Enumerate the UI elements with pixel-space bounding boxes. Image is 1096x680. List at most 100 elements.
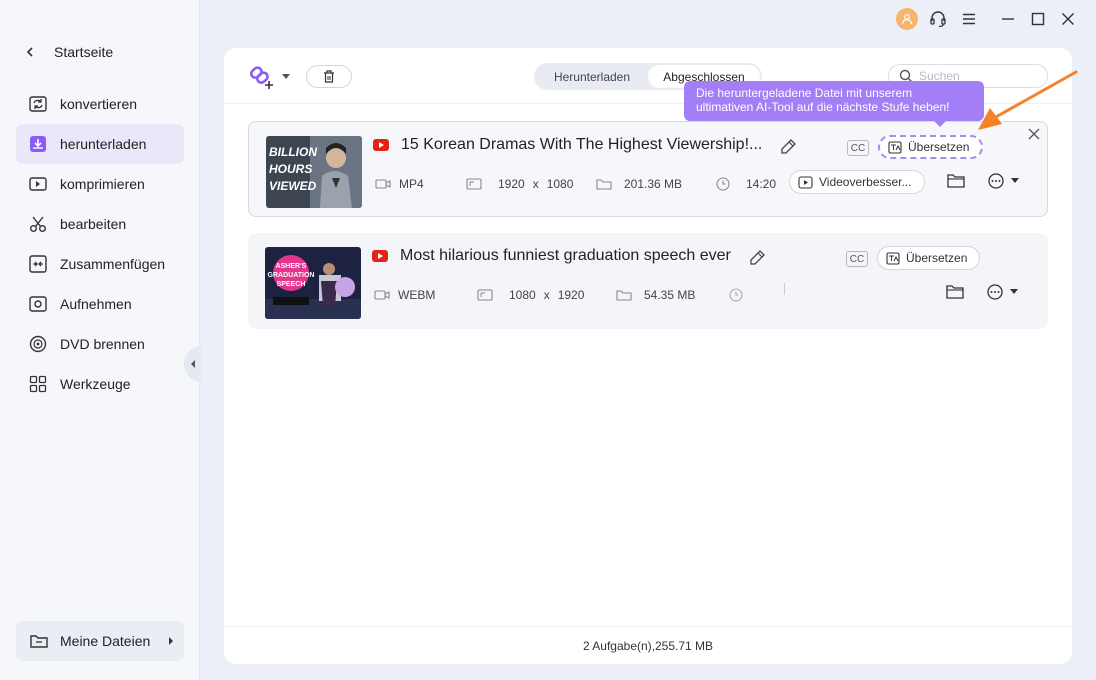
- video-enhance-icon: [798, 175, 813, 189]
- more-icon: [986, 284, 1004, 300]
- video-title: 15 Korean Dramas With The Highest Viewer…: [401, 136, 763, 153]
- user-icon: [901, 13, 913, 25]
- support-headset-button[interactable]: [928, 9, 948, 29]
- my-files-label: Meine Dateien: [60, 633, 151, 649]
- video-title: Most hilarious funniest graduation speec…: [400, 247, 731, 264]
- subtitle-cc-button[interactable]: CC: [846, 251, 868, 267]
- translate-button[interactable]: Übersetzen: [877, 246, 981, 270]
- sidebar-item-label: konvertieren: [60, 96, 138, 112]
- sidebar-item-label: Zusammenfügen: [60, 256, 166, 272]
- video-format-icon: [375, 178, 391, 190]
- more-options-button[interactable]: [987, 173, 1019, 189]
- my-files-button[interactable]: Meine Dateien: [16, 621, 184, 661]
- svg-text:SPEECH: SPEECH: [277, 281, 306, 288]
- sidebar-item-aufnehmen[interactable]: Aufnehmen: [16, 284, 184, 324]
- sidebar-nav: konvertieren herunterladen komprimieren …: [16, 84, 184, 404]
- sidebar-item-label: komprimieren: [60, 176, 145, 192]
- resolution-info: 1080 x 1920: [477, 288, 584, 302]
- merge-icon: [28, 254, 48, 274]
- duration-info: 14:20: [716, 177, 776, 191]
- toolbox-icon: [28, 374, 48, 394]
- sidebar: Startseite konvertieren herunterladen ko…: [0, 0, 200, 680]
- format-label: WEBM: [398, 288, 436, 302]
- resolution-height: 1080: [546, 177, 574, 191]
- youtube-icon: [373, 139, 389, 151]
- chevron-down-icon: [1010, 289, 1018, 295]
- sidebar-item-komprimieren[interactable]: komprimieren: [16, 164, 184, 204]
- download-item[interactable]: ASHER'S GRADUATION SPEECH Most hilarious…: [248, 233, 1048, 329]
- sidebar-item-dvd-brennen[interactable]: DVD brennen: [16, 324, 184, 364]
- clock-icon: [729, 288, 743, 302]
- filesize-info: 54.35 MB: [616, 288, 695, 302]
- video-enhance-label: Videoverbesser...: [819, 175, 912, 189]
- more-options-button[interactable]: [986, 284, 1018, 300]
- format-label: MP4: [399, 177, 424, 191]
- clock-icon: [716, 177, 730, 191]
- more-icon: [987, 173, 1005, 189]
- svg-text:ASHER'S: ASHER'S: [276, 263, 307, 270]
- main-panel: Herunterladen Abgeschlossen BILLION HOUR…: [224, 48, 1072, 664]
- sidebar-item-label: Werkzeuge: [60, 376, 131, 392]
- svg-text:HOURS: HOURS: [269, 162, 312, 176]
- chevron-down-icon[interactable]: [282, 74, 290, 80]
- close-icon: [1061, 12, 1075, 26]
- edit-title-icon[interactable]: [780, 138, 797, 155]
- add-url-button[interactable]: [248, 63, 290, 91]
- sidebar-item-zusammenfuegen[interactable]: Zusammenfügen: [16, 244, 184, 284]
- link-add-icon: [248, 63, 276, 91]
- download-item[interactable]: BILLION HOURS VIEWED 15 Korean Dramas Wi…: [248, 121, 1048, 217]
- headset-icon: [929, 10, 947, 28]
- minimize-button[interactable]: [998, 9, 1018, 29]
- subtitle-cc-button[interactable]: CC: [847, 140, 869, 156]
- ai-tool-tooltip: Die heruntergeladene Datei mit unserem u…: [684, 81, 984, 127]
- translate-button[interactable]: Übersetzen: [878, 135, 984, 159]
- filesize-label: 54.35 MB: [644, 288, 696, 302]
- filesize-label: 201.36 MB: [624, 177, 683, 191]
- open-folder-icon[interactable]: [946, 284, 964, 299]
- sidebar-item-label: bearbeiten: [60, 216, 127, 232]
- scissors-icon: [28, 214, 48, 234]
- format-info: MP4: [375, 177, 424, 191]
- resolution-icon: [477, 289, 493, 301]
- folder-icon: [30, 633, 48, 649]
- maximize-button[interactable]: [1028, 9, 1048, 29]
- translate-icon: [886, 251, 900, 265]
- compress-icon: [28, 174, 48, 194]
- sidebar-item-bearbeiten[interactable]: bearbeiten: [16, 204, 184, 244]
- video-format-icon: [374, 289, 390, 301]
- duration-label: 14:20: [746, 177, 777, 191]
- video-enhance-button[interactable]: Videoverbesser...: [789, 170, 925, 194]
- account-avatar[interactable]: [896, 8, 918, 30]
- svg-text:VIEWED: VIEWED: [269, 179, 317, 193]
- trash-icon: [323, 70, 335, 83]
- video-thumbnail[interactable]: ASHER'S GRADUATION SPEECH: [265, 247, 361, 319]
- delete-button[interactable]: [306, 65, 352, 88]
- filesize-info: 201.36 MB: [596, 177, 682, 191]
- menu-button[interactable]: [959, 9, 979, 29]
- sidebar-item-herunterladen[interactable]: herunterladen: [16, 124, 184, 164]
- convert-icon: [28, 94, 48, 114]
- chevron-right-icon: [168, 636, 174, 646]
- download-icon: [28, 134, 48, 154]
- edit-title-icon[interactable]: [749, 249, 766, 266]
- video-thumbnail[interactable]: BILLION HOURS VIEWED: [266, 136, 362, 208]
- open-folder-icon[interactable]: [947, 173, 965, 188]
- translate-label: Übersetzen: [906, 251, 968, 265]
- close-window-button[interactable]: [1058, 9, 1078, 29]
- sidebar-item-werkzeuge[interactable]: Werkzeuge: [16, 364, 184, 404]
- svg-text:GRADUATION: GRADUATION: [268, 272, 315, 279]
- resolution-icon: [466, 178, 482, 190]
- resolution-separator: x: [532, 177, 539, 191]
- sidebar-item-label: DVD brennen: [60, 336, 145, 352]
- sidebar-item-label: Aufnehmen: [60, 296, 132, 312]
- maximize-icon: [1031, 12, 1045, 26]
- svg-text:BILLION: BILLION: [269, 145, 317, 159]
- duration-info: [729, 288, 751, 302]
- youtube-icon: [372, 250, 388, 262]
- chevron-left-icon: [26, 47, 34, 57]
- sidebar-item-konvertieren[interactable]: konvertieren: [16, 84, 184, 124]
- tab-herunterladen[interactable]: Herunterladen: [536, 65, 648, 88]
- back-to-home[interactable]: Startseite: [26, 42, 113, 62]
- callout-arrow-icon: [978, 70, 1078, 130]
- minimize-icon: [1001, 12, 1015, 26]
